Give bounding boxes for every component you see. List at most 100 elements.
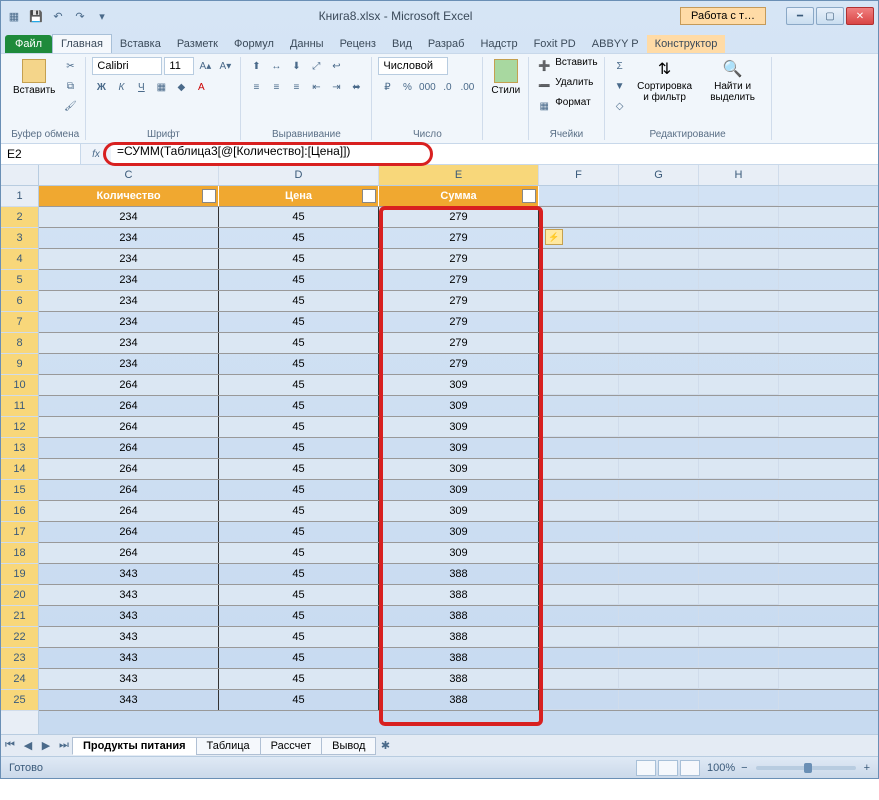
delete-cells-button[interactable]: ➖Удалить — [535, 77, 593, 95]
cell-price[interactable]: 45 — [219, 501, 379, 521]
cell[interactable] — [619, 501, 699, 521]
tab-view[interactable]: Вид — [384, 35, 420, 53]
row-header[interactable]: 12 — [1, 417, 38, 438]
cell-sum[interactable]: 279 — [379, 333, 539, 353]
tab-design[interactable]: Конструктор — [647, 35, 726, 53]
cell[interactable] — [619, 186, 699, 206]
increase-font-icon[interactable]: A▴ — [196, 57, 214, 75]
sheet-tab-1[interactable]: Таблица — [196, 737, 261, 755]
styles-button[interactable]: Стили — [489, 57, 522, 98]
cell[interactable] — [619, 207, 699, 227]
tab-foxit[interactable]: Foxit PD — [526, 35, 584, 53]
cell-quantity[interactable]: 343 — [39, 585, 219, 605]
redo-icon[interactable]: ↷ — [71, 7, 89, 25]
cell[interactable] — [619, 228, 699, 248]
row-header[interactable]: 5 — [1, 270, 38, 291]
cell-price[interactable]: 45 — [219, 480, 379, 500]
cell[interactable] — [699, 585, 779, 605]
cells-area[interactable]: Количество▾ Цена▾ Сумма▾ 234 45 279 234 … — [39, 186, 878, 734]
sheet-nav-first-icon[interactable]: ⏮ — [1, 737, 19, 755]
cell-sum[interactable]: 279 — [379, 228, 539, 248]
sheet-nav-next-icon[interactable]: ▶ — [37, 737, 55, 755]
row-header[interactable]: 11 — [1, 396, 38, 417]
cell[interactable] — [539, 669, 619, 689]
fill-icon[interactable]: ▼ — [611, 77, 629, 95]
bold-icon[interactable]: Ж — [92, 78, 110, 96]
zoom-slider[interactable] — [756, 766, 856, 770]
cell-price[interactable]: 45 — [219, 354, 379, 374]
increase-decimal-icon[interactable]: .0 — [438, 78, 456, 96]
tab-home[interactable]: Главная — [52, 34, 112, 53]
view-layout-icon[interactable] — [658, 760, 678, 776]
row-header[interactable]: 16 — [1, 501, 38, 522]
row-header[interactable]: 19 — [1, 564, 38, 585]
zoom-out-icon[interactable]: − — [741, 762, 747, 774]
cell[interactable] — [539, 543, 619, 563]
cell[interactable] — [619, 648, 699, 668]
tab-abbyy[interactable]: ABBYY P — [584, 35, 647, 53]
cell-price[interactable]: 45 — [219, 249, 379, 269]
cell-quantity[interactable]: 343 — [39, 627, 219, 647]
cell-sum[interactable]: 309 — [379, 438, 539, 458]
cell[interactable] — [619, 375, 699, 395]
cell-sum[interactable]: 388 — [379, 627, 539, 647]
cell[interactable] — [619, 417, 699, 437]
comma-icon[interactable]: 000 — [418, 78, 436, 96]
new-sheet-icon[interactable]: ✱ — [376, 737, 394, 755]
border-icon[interactable]: ▦ — [152, 78, 170, 96]
save-icon[interactable]: 💾 — [27, 7, 45, 25]
cell[interactable] — [539, 312, 619, 332]
cell-quantity[interactable]: 264 — [39, 375, 219, 395]
align-center-icon[interactable]: ≡ — [267, 78, 285, 96]
cell-price[interactable]: 45 — [219, 438, 379, 458]
table-header-sum[interactable]: Сумма▾ — [379, 186, 539, 206]
row-header[interactable]: 6 — [1, 291, 38, 312]
tab-data[interactable]: Данны — [282, 35, 332, 53]
view-pagebreak-icon[interactable] — [680, 760, 700, 776]
cell[interactable] — [699, 627, 779, 647]
undo-icon[interactable]: ↶ — [49, 7, 67, 25]
col-header-f[interactable]: F — [539, 165, 619, 185]
cell-sum[interactable]: 279 — [379, 291, 539, 311]
tab-formulas[interactable]: Формул — [226, 35, 282, 53]
cell[interactable] — [539, 207, 619, 227]
cell-sum[interactable]: 388 — [379, 564, 539, 584]
cell[interactable] — [699, 690, 779, 710]
cell[interactable] — [539, 459, 619, 479]
cell-quantity[interactable]: 234 — [39, 270, 219, 290]
cell[interactable] — [699, 396, 779, 416]
decrease-font-icon[interactable]: A▾ — [216, 57, 234, 75]
cell[interactable] — [539, 375, 619, 395]
cell[interactable] — [619, 312, 699, 332]
cell[interactable] — [539, 564, 619, 584]
row-header[interactable]: 17 — [1, 522, 38, 543]
cell[interactable] — [619, 669, 699, 689]
cell-sum[interactable]: 309 — [379, 501, 539, 521]
cell-sum[interactable]: 279 — [379, 354, 539, 374]
cell-sum[interactable]: 309 — [379, 543, 539, 563]
cell-sum[interactable]: 388 — [379, 669, 539, 689]
filter-icon[interactable]: ▾ — [362, 189, 376, 203]
cell-sum[interactable]: 309 — [379, 375, 539, 395]
cell[interactable] — [619, 564, 699, 584]
cell[interactable] — [699, 333, 779, 353]
cell-sum[interactable]: 309 — [379, 522, 539, 542]
cell[interactable] — [539, 354, 619, 374]
row-header[interactable]: 15 — [1, 480, 38, 501]
row-header[interactable]: 10 — [1, 375, 38, 396]
row-header[interactable]: 3 — [1, 228, 38, 249]
cell[interactable] — [539, 480, 619, 500]
cell-quantity[interactable]: 343 — [39, 690, 219, 710]
cell-quantity[interactable]: 234 — [39, 291, 219, 311]
cell-price[interactable]: 45 — [219, 648, 379, 668]
row-header[interactable]: 4 — [1, 249, 38, 270]
find-select-button[interactable]: 🔍 Найти и выделить — [701, 57, 765, 105]
currency-icon[interactable]: ₽ — [378, 78, 396, 96]
cell-quantity[interactable]: 343 — [39, 606, 219, 626]
cell-sum[interactable]: 309 — [379, 480, 539, 500]
cell-sum[interactable]: 279 — [379, 270, 539, 290]
decrease-indent-icon[interactable]: ⇤ — [307, 78, 325, 96]
cell-quantity[interactable]: 343 — [39, 564, 219, 584]
cell[interactable] — [619, 270, 699, 290]
cell[interactable] — [699, 501, 779, 521]
